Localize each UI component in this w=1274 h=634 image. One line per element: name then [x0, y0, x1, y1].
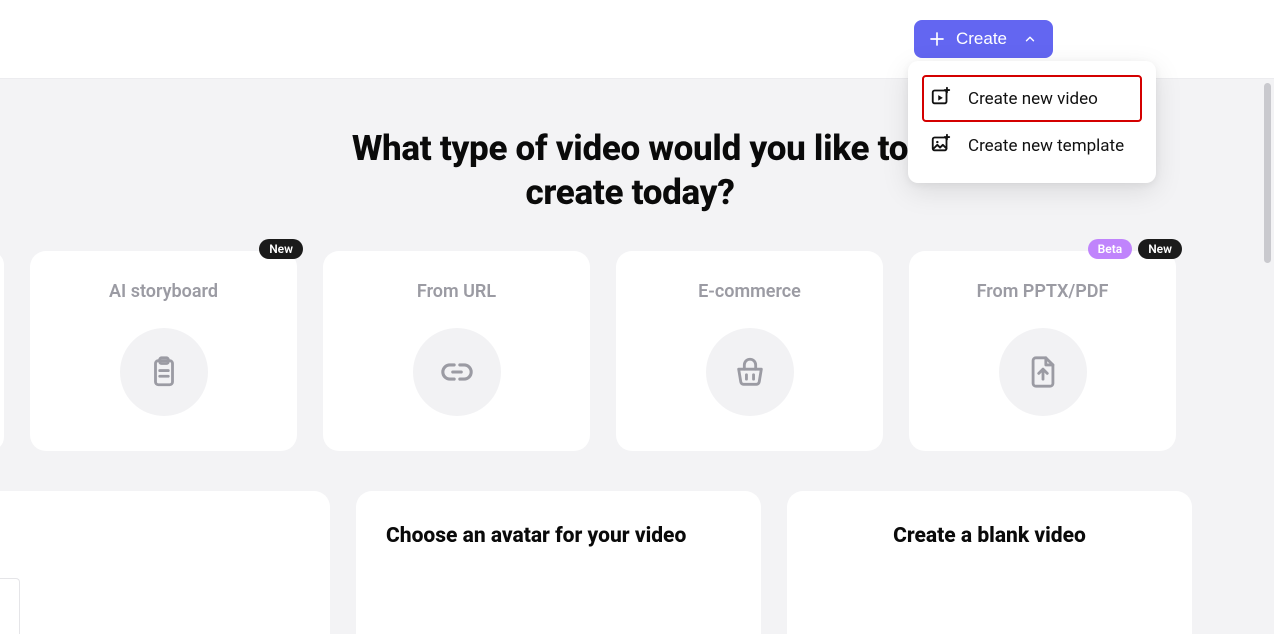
menu-item-label: Create new video [968, 89, 1098, 109]
create-dropdown: Create new video Create new template [908, 61, 1156, 183]
menu-create-new-video[interactable]: Create new video [922, 75, 1142, 122]
section-row-2: Choose an avatar for your video Create a… [0, 491, 1260, 634]
card-title: Create a blank video [817, 523, 1162, 550]
badge-beta: Beta [1088, 239, 1133, 259]
card-from-pptx-pdf[interactable]: Beta New From PPTX/PDF [909, 251, 1176, 451]
card-title: AI storyboard [109, 281, 218, 302]
badge-new: New [259, 239, 303, 259]
basket-icon [706, 328, 794, 416]
card-blank-video[interactable]: Create a blank video [787, 491, 1192, 634]
file-upload-icon [999, 328, 1087, 416]
card-ecommerce[interactable]: E-commerce [616, 251, 883, 451]
page-title: What type of video would you like to cre… [310, 127, 950, 215]
card-title: Choose an avatar for your video [386, 523, 731, 550]
card-row: New AI storyboard From URL [0, 251, 1260, 451]
card-from-url[interactable]: From URL [323, 251, 590, 451]
corner-panel[interactable] [0, 578, 20, 634]
create-button-label: Create [956, 29, 1007, 49]
badge-row: Beta New [1088, 239, 1182, 259]
card-peek-left[interactable] [0, 251, 4, 451]
link-icon [413, 328, 501, 416]
scrollbar-thumb[interactable] [1264, 83, 1271, 263]
chevron-up-icon [1023, 32, 1037, 46]
image-plus-icon [930, 132, 952, 159]
menu-create-new-template[interactable]: Create new template [922, 122, 1142, 169]
card-peek-left-2[interactable] [0, 491, 330, 634]
card-title: From URL [417, 281, 496, 302]
card-ai-storyboard[interactable]: New AI storyboard [30, 251, 297, 451]
scrollbar[interactable] [1264, 83, 1271, 630]
clipboard-icon [120, 328, 208, 416]
menu-item-label: Create new template [968, 136, 1124, 156]
badge-row: New [259, 239, 303, 259]
card-title: From PPTX/PDF [977, 281, 1109, 302]
card-title: E-commerce [698, 281, 801, 302]
video-plus-icon [930, 85, 952, 112]
create-button[interactable]: Create [914, 20, 1053, 58]
card-choose-avatar[interactable]: Choose an avatar for your video [356, 491, 761, 634]
plus-icon [928, 30, 946, 48]
badge-new: New [1138, 239, 1182, 259]
